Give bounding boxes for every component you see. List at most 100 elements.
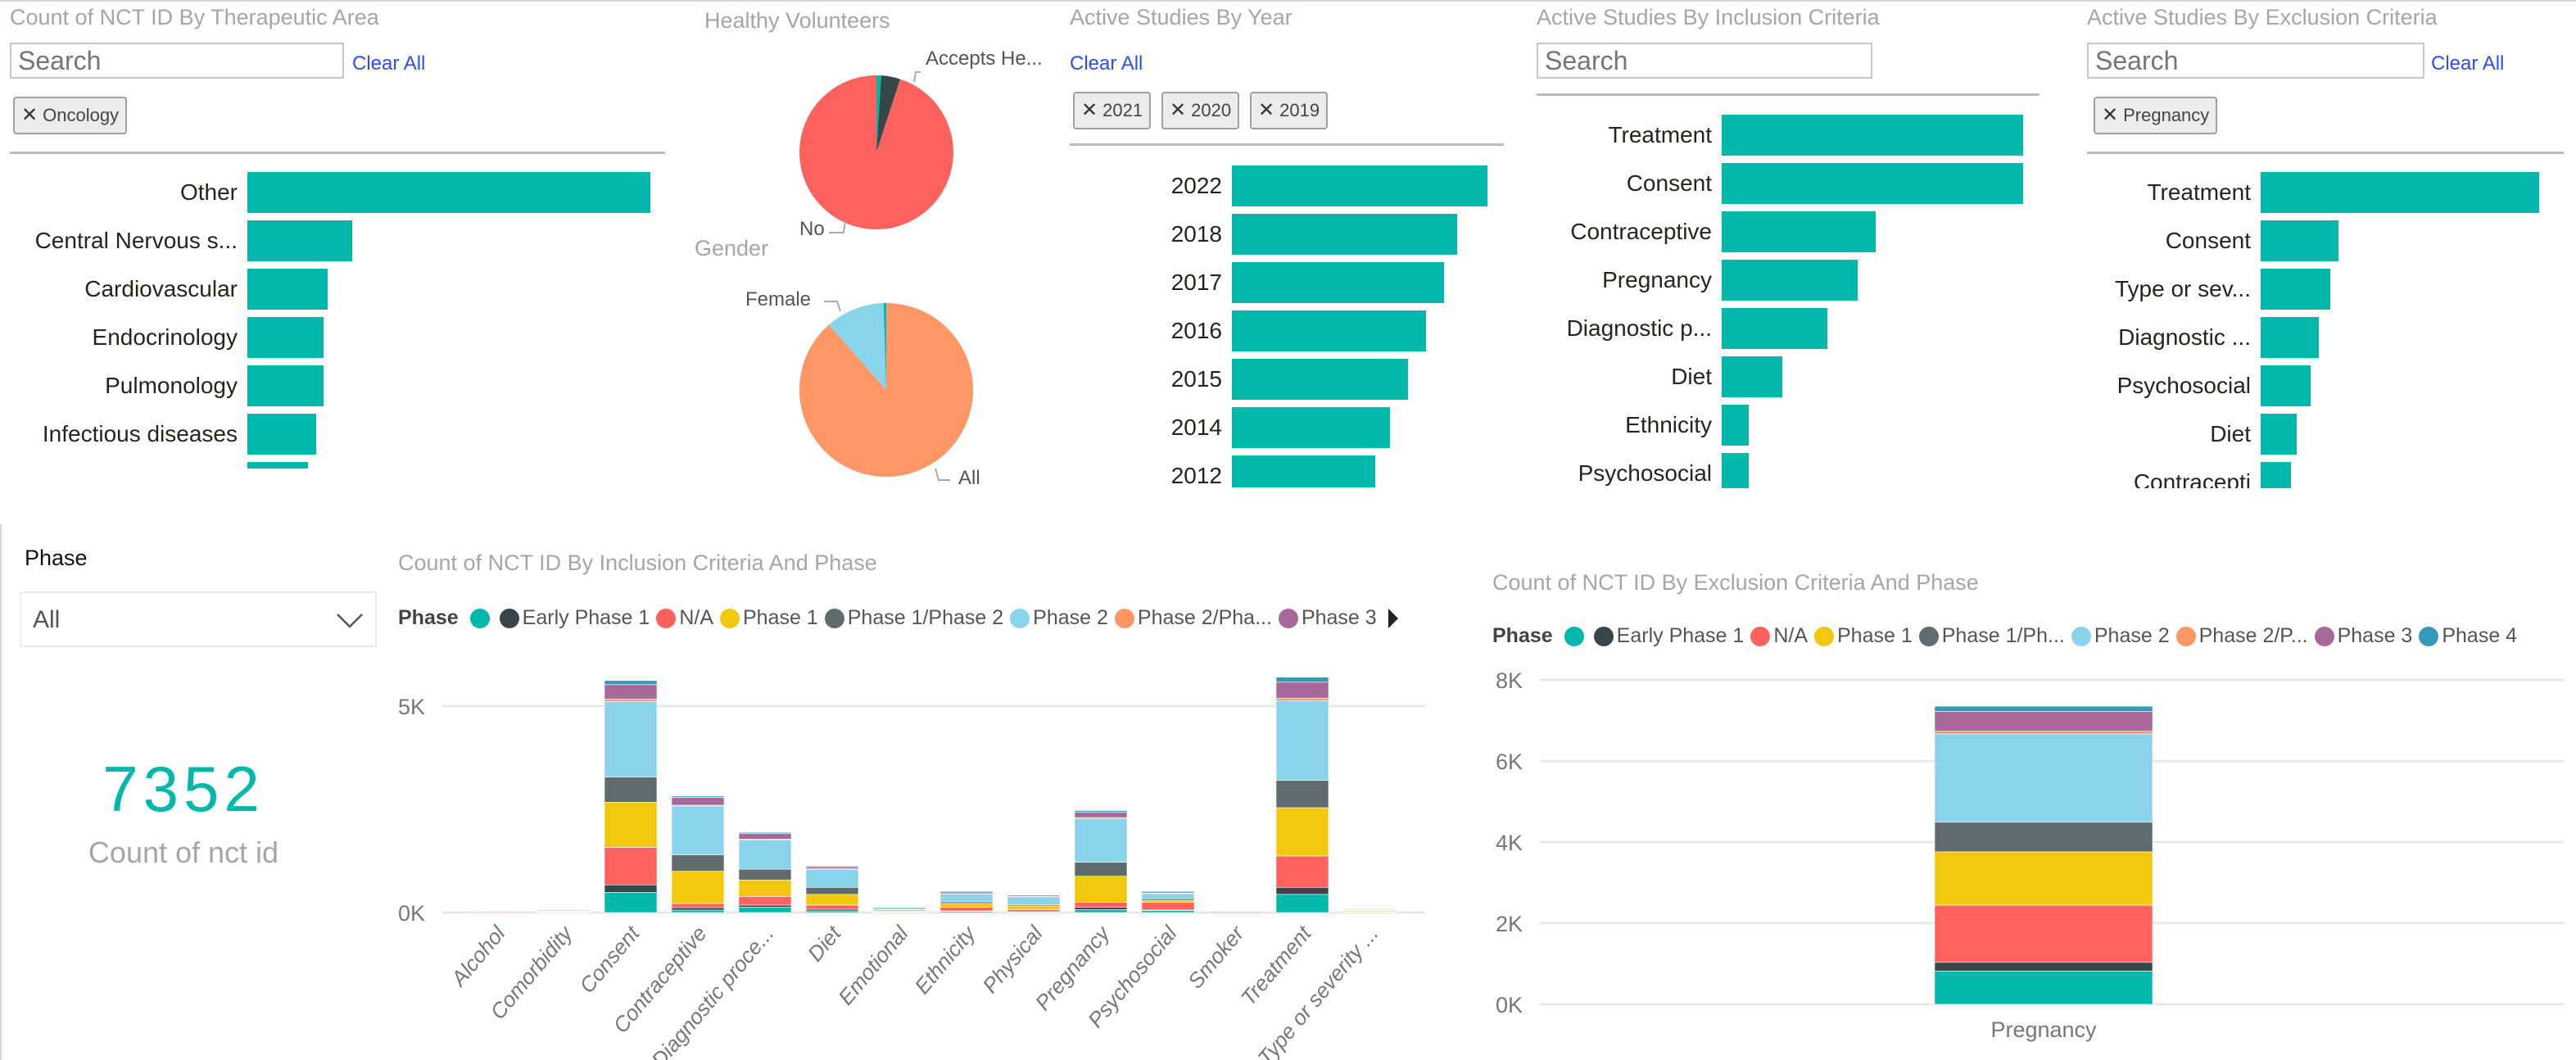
year-clear-all-link[interactable]: Clear All [1070, 52, 1143, 75]
bar-segment[interactable] [872, 907, 926, 910]
bar-segment[interactable] [738, 907, 792, 913]
legend-item[interactable]: Early Phase 1 [499, 606, 650, 630]
legend-item[interactable]: N/A [656, 606, 713, 630]
legend-item[interactable]: Phase 1 [1814, 624, 1913, 648]
bar-segment[interactable] [1074, 907, 1128, 910]
bar-segment[interactable] [939, 910, 994, 912]
bar-segment[interactable] [1275, 894, 1329, 913]
bar-segment[interactable] [604, 884, 658, 893]
bar-row[interactable]: Pregnancy [1537, 260, 2040, 301]
exclusion-bar-list[interactable]: Treatment Consent Type or sev... Diagnostic… [2087, 172, 2564, 488]
bar[interactable] [1232, 407, 1391, 448]
bar-segment[interactable] [671, 903, 725, 908]
bar-row[interactable]: Diet [2087, 414, 2564, 455]
therapeutic-bar-list[interactable]: Other Central Nervous s... Cardiovascular E… [0, 172, 663, 469]
bar[interactable] [2261, 365, 2311, 406]
bar-segment[interactable] [738, 839, 792, 870]
legend-item[interactable]: Phase 1 [720, 606, 818, 630]
bar-row[interactable]: Ethnicity [1537, 405, 2040, 446]
bar-segment[interactable] [1007, 895, 1061, 897]
bar[interactable] [1722, 115, 2023, 156]
bar-segment[interactable] [1141, 910, 1195, 913]
bar[interactable] [1722, 405, 1750, 446]
bar-segment[interactable] [1007, 896, 1061, 898]
bar-segment[interactable] [805, 894, 859, 906]
bar-segment[interactable] [872, 910, 926, 913]
bar-segment[interactable] [1074, 817, 1128, 819]
legend-item[interactable]: Phase 3 [1278, 606, 1377, 630]
bar-row[interactable]: 2014 [1070, 407, 1504, 448]
bar-segment[interactable] [1934, 711, 2153, 732]
bar[interactable] [2261, 414, 2298, 455]
bar[interactable] [247, 269, 328, 310]
bar-row[interactable]: Endocrinology [0, 317, 663, 358]
bar-segment[interactable] [1342, 908, 1397, 911]
legend-item[interactable]: Phase 1/Phase 2 [824, 606, 1003, 630]
bar-row[interactable]: Cardiovascular [0, 269, 663, 310]
bar-row[interactable]: 2016 [1070, 310, 1504, 351]
bar-segment[interactable] [805, 908, 859, 912]
bar-segment[interactable] [939, 893, 994, 895]
bar-segment[interactable] [939, 894, 994, 903]
legend-item[interactable]: Phase 2/P... [2175, 624, 2308, 648]
bar-segment[interactable] [1275, 780, 1329, 809]
bar[interactable] [2261, 462, 2292, 488]
close-icon[interactable]: ✕ [21, 104, 38, 126]
bar-row[interactable] [0, 462, 663, 469]
legend-item[interactable]: Phase 2 [2071, 624, 2170, 648]
bar-segment[interactable] [1275, 700, 1329, 781]
bar[interactable] [1232, 310, 1427, 351]
bar-segment[interactable] [939, 903, 994, 908]
bar-segment[interactable] [1074, 810, 1128, 813]
bar-segment[interactable] [1074, 902, 1128, 908]
bar[interactable] [1722, 308, 1827, 349]
bar-segment[interactable] [604, 684, 658, 700]
bar-segment[interactable] [671, 909, 725, 913]
bar-segment[interactable] [604, 701, 658, 777]
bar-row[interactable]: Type or sev... [2087, 269, 2564, 310]
bar-segment[interactable] [872, 908, 926, 911]
gender-slice[interactable] [799, 303, 973, 478]
bar-row[interactable]: 2017 [1070, 262, 1504, 303]
phase-dropdown[interactable]: All [20, 591, 377, 647]
bar-segment[interactable] [872, 909, 926, 912]
bar[interactable] [1232, 455, 1375, 487]
bar-segment[interactable] [1074, 818, 1128, 863]
bar-segment[interactable] [1141, 893, 1195, 895]
bar-row[interactable]: Other [0, 172, 663, 213]
chip-2021[interactable]: ✕ 2021 [1073, 92, 1152, 129]
bar[interactable] [247, 172, 650, 213]
bar-segment[interactable] [1275, 886, 1329, 895]
bar-segment[interactable] [805, 910, 859, 913]
bar-segment[interactable] [671, 795, 725, 798]
bar-row[interactable]: Consent [1537, 163, 2040, 204]
legend-item[interactable]: Phase 1/Ph... [1918, 624, 2065, 648]
bar-segment[interactable] [1141, 902, 1195, 911]
legend-item[interactable]: Phase 2 [1010, 606, 1108, 630]
bar[interactable] [247, 365, 324, 406]
bar-segment[interactable] [536, 911, 591, 913]
bar[interactable] [2261, 220, 2339, 261]
bar[interactable] [1722, 260, 1858, 301]
bar-segment[interactable] [1141, 898, 1195, 901]
bar-segment[interactable] [604, 802, 658, 848]
bar-segment[interactable] [1141, 890, 1195, 893]
bar-segment[interactable] [604, 892, 658, 913]
chip-2019[interactable]: ✕ 2019 [1250, 92, 1329, 129]
inclusion-bar-list[interactable]: Treatment Consent Contraceptive Pregnancy Di… [1537, 115, 2040, 488]
bar-row[interactable]: Psychosocial [2087, 365, 2564, 406]
bar-row[interactable]: Treatment [2087, 172, 2564, 213]
bar[interactable] [1232, 165, 1487, 206]
healthy-volunteers-slice[interactable] [876, 75, 881, 152]
bar-row[interactable]: Diet [1537, 356, 2040, 397]
bar-segment[interactable] [1074, 862, 1128, 877]
bar-segment[interactable] [604, 699, 658, 702]
bar-segment[interactable] [604, 847, 658, 886]
bar-segment[interactable] [939, 891, 994, 895]
bar-segment[interactable] [671, 854, 725, 872]
bar[interactable] [2261, 172, 2539, 213]
bar-segment[interactable] [469, 911, 523, 913]
bar-row[interactable]: Pulmonology [0, 365, 663, 406]
bar-segment[interactable] [1275, 807, 1329, 857]
bar-segment[interactable] [671, 805, 725, 855]
